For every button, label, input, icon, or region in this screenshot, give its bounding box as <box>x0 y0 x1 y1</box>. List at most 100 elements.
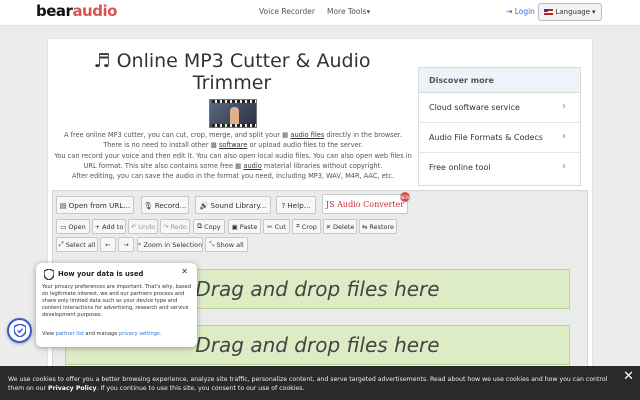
sound-library-label: Sound Library... <box>210 200 267 210</box>
select-all-label: Select all <box>65 240 96 249</box>
cut-label: Cut <box>274 222 286 231</box>
expand-icon: ⤢ <box>58 240 64 248</box>
compress-icon: ⤡ <box>209 240 215 248</box>
inline-ad-icon: ▦ <box>210 141 217 150</box>
delete-button[interactable]: ✕ Delete <box>323 219 357 234</box>
undo-label: Undo <box>138 222 156 231</box>
language-button[interactable]: Language ▾ <box>538 3 602 21</box>
js-audio-converter-button[interactable]: JS Audio Converter NEW <box>322 192 410 214</box>
speaker-icon: 🔊 <box>199 200 209 210</box>
seek-prev-button[interactable]: ← <box>100 237 116 252</box>
partner-list-link[interactable]: partner list <box>56 331 84 337</box>
site-logo[interactable]: bearaudio <box>36 2 117 20</box>
close-icon[interactable]: ✕ <box>623 370 634 383</box>
zoom-icon: ⌕ <box>137 240 142 248</box>
restore-icon: ⇆ <box>361 222 368 231</box>
folder-icon: ▭ <box>60 222 67 231</box>
nav-more-tools-label: More Tools <box>327 7 367 16</box>
nav-more-tools[interactable]: More Tools▾ <box>327 7 370 16</box>
open-url-button[interactable]: ▤ Open from URL... <box>56 196 134 214</box>
scissors-icon: ✂ <box>267 222 273 231</box>
desc-line-1-end: directly in the browser. <box>326 131 402 139</box>
redo-icon: ↷ <box>163 222 169 231</box>
redo-button[interactable]: ↷ Redo <box>160 219 190 234</box>
cut-button[interactable]: ✂ Cut <box>263 219 290 234</box>
privacy-settings-link[interactable]: privacy settings. <box>119 331 161 337</box>
discover-item-cloud-software[interactable]: Cloud software service › <box>419 93 580 123</box>
drop-zone-label: Drag and drop files here <box>195 333 440 357</box>
open-button[interactable]: ▭ Open <box>56 219 90 234</box>
select-all-button[interactable]: ⤢ Select all <box>56 237 98 252</box>
add-to-label: Add to <box>102 222 124 231</box>
caret-down-icon: ▾ <box>366 7 371 16</box>
desc-line-2: There is no need to install other <box>103 141 209 150</box>
desc-line-2-end: or upload audio files to the server. <box>249 141 363 150</box>
discover-item-label: Free online tool <box>429 163 491 172</box>
paste-button[interactable]: ▣ Paste <box>228 219 261 234</box>
discover-item-free-tool[interactable]: Free online tool › <box>419 153 580 183</box>
close-icon: ✕ <box>325 222 332 231</box>
page-title: ♬ Online MP3 Cutter & Audio Trimmer <box>52 50 412 94</box>
discover-item-label: Audio File Formats & Codecs <box>429 133 543 142</box>
seek-next-button[interactable]: → <box>118 237 134 252</box>
audio-files-link[interactable]: audio files <box>290 131 324 139</box>
restore-button[interactable]: ⇆ Restore <box>359 219 397 234</box>
video-thumbnail[interactable] <box>209 99 257 128</box>
open-label: Open <box>68 222 86 231</box>
copy-icon: ⧉ <box>197 222 203 230</box>
privacy-links: View partner list and manage privacy set… <box>42 331 161 337</box>
privacy-policy-link[interactable]: Privacy Policy <box>48 385 97 392</box>
arrow-right-icon: → <box>123 240 129 249</box>
login-link[interactable]: ⇥ Login <box>506 7 535 16</box>
help-button[interactable]: ? Help... <box>276 196 316 214</box>
page-description: A free online MP3 cutter, you can cut, c… <box>52 130 414 181</box>
discover-item-audio-formats[interactable]: Audio File Formats & Codecs › <box>419 123 580 153</box>
open-url-label: Open from URL... <box>68 200 131 210</box>
undo-icon: ↶ <box>130 222 137 231</box>
desc-line-4: After editing, you can save the audio in… <box>72 172 394 181</box>
new-badge-icon: NEW <box>400 192 410 202</box>
inline-ad-icon: ▦ <box>282 131 289 139</box>
drop-zone-label: Drag and drop files here <box>195 277 440 301</box>
caret-down-icon: ▾ <box>592 8 596 16</box>
arrow-left-icon: ← <box>105 240 111 249</box>
paste-label: Paste <box>239 222 258 231</box>
nav-voice-recorder[interactable]: Voice Recorder <box>259 7 315 16</box>
js-converter-js: JS <box>325 199 335 209</box>
cookie-banner: We use cookies to offer you a better bro… <box>0 366 640 400</box>
sound-library-button[interactable]: 🔊 Sound Library... <box>195 196 271 214</box>
crop-icon: ⌗ <box>296 222 300 230</box>
copy-label: Copy <box>204 222 221 231</box>
flag-icon <box>544 9 554 15</box>
record-label: Record... <box>154 200 187 210</box>
redo-label: Redo <box>170 222 187 231</box>
cookie-text: We use cookies to offer you a better bro… <box>8 375 620 393</box>
privacy-view-text: View <box>42 331 55 337</box>
sign-in-icon: ⇥ <box>506 7 513 16</box>
plus-icon: + <box>94 222 101 231</box>
top-navbar: bearaudio Voice Recorder More Tools▾ ⇥ L… <box>0 0 640 26</box>
show-all-button[interactable]: ⤡ Show all <box>205 237 248 252</box>
chevron-right-icon: › <box>562 101 566 112</box>
zoom-selection-button[interactable]: ⌕ Zoom in Selection <box>137 237 203 252</box>
software-link[interactable]: software <box>219 141 247 149</box>
audio-link[interactable]: audio <box>243 162 261 170</box>
add-to-button[interactable]: + Add to <box>92 219 126 234</box>
page-title-text: Online MP3 Cutter & Audio Trimmer <box>116 50 371 94</box>
help-icon: ? <box>281 200 286 210</box>
undo-button[interactable]: ↶ Undo <box>128 219 158 234</box>
language-label: Language <box>555 8 591 16</box>
crop-button[interactable]: ⌗ Crop <box>292 219 321 234</box>
record-button[interactable]: 🎙 Record... <box>141 196 189 214</box>
music-note-icon: ♬ <box>93 50 111 72</box>
discover-more-panel: Discover more Cloud software service › A… <box>418 67 581 186</box>
copy-button[interactable]: ⧉ Copy <box>193 219 225 234</box>
chevron-right-icon: › <box>562 161 566 172</box>
zoom-selection-label: Zoom in Selection <box>143 240 203 249</box>
close-icon[interactable]: ✕ <box>181 267 188 276</box>
delete-label: Delete <box>333 222 355 231</box>
show-all-label: Show all <box>216 240 244 249</box>
chevron-right-icon: › <box>562 131 566 142</box>
privacy-settings-button[interactable] <box>7 318 32 343</box>
logo-bear-text: bear <box>36 2 73 20</box>
